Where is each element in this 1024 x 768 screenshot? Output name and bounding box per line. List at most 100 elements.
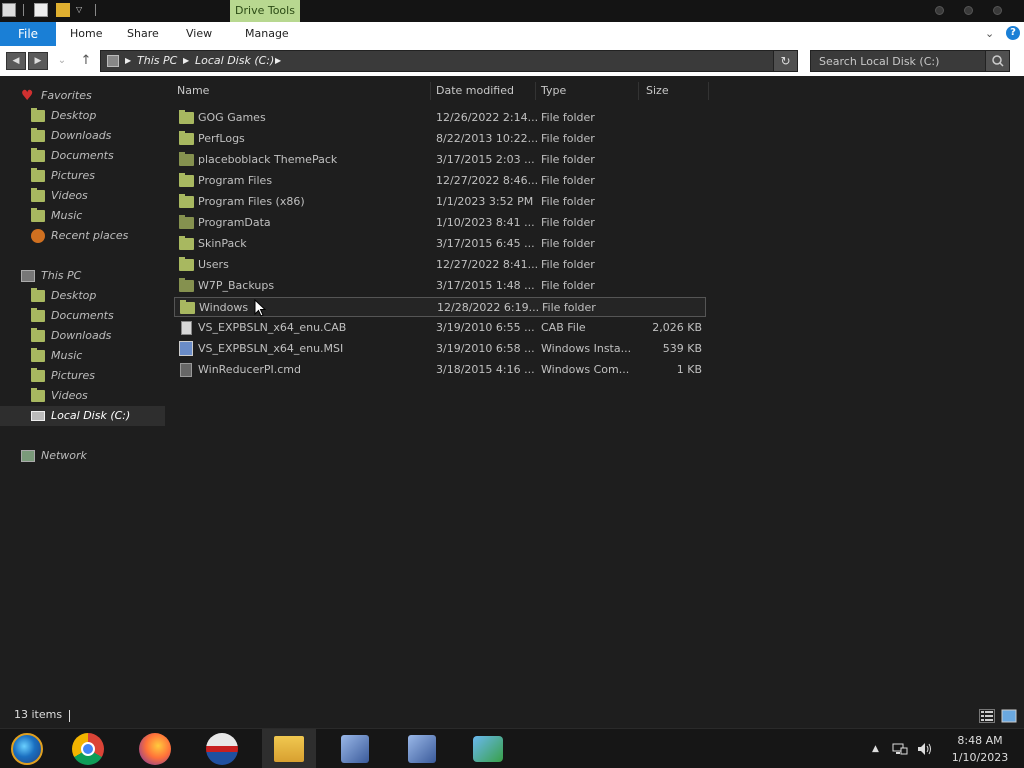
details-view-icon[interactable]	[979, 709, 995, 723]
large-icons-view-icon[interactable]	[1001, 709, 1017, 723]
forward-button[interactable]: ▶	[28, 52, 48, 70]
close-button[interactable]	[993, 6, 1002, 15]
up-button[interactable]: ↑	[78, 52, 94, 70]
nav-favorites-documents[interactable]: Documents	[0, 146, 165, 166]
column-header-size[interactable]: Size	[646, 82, 669, 100]
minimize-button[interactable]	[935, 6, 944, 15]
nav-thispc-documents[interactable]: Documents	[0, 306, 165, 326]
file-row[interactable]: VS_EXPBSLN_x64_enu.MSI 3/19/2010 6:58 ..…	[174, 339, 706, 359]
nav-favorites[interactable]: ♥ Favorites	[0, 86, 165, 106]
file-row[interactable]: GOG Games 12/26/2022 2:14... File folder	[174, 108, 706, 128]
volume-icon[interactable]	[917, 742, 933, 759]
column-divider[interactable]	[708, 82, 709, 100]
nav-favorites-pictures[interactable]: Pictures	[0, 166, 165, 186]
chrome-icon	[72, 733, 104, 765]
drive-tools-context-tab[interactable]: Drive Tools	[230, 0, 300, 22]
computer-icon	[107, 55, 119, 67]
expand-ribbon-icon[interactable]: ⌄	[985, 27, 994, 40]
taskbar-users-app[interactable]	[461, 729, 515, 768]
nav-thispc-local-disk[interactable]: Local Disk (C:)	[0, 406, 165, 426]
start-button[interactable]	[0, 729, 54, 768]
search-input[interactable]	[811, 51, 985, 71]
taskbar-file-explorer[interactable]	[262, 729, 316, 768]
file-row[interactable]: VS_EXPBSLN_x64_enu.CAB 3/19/2010 6:55 ..…	[174, 318, 706, 338]
desktop-folder-icon	[31, 288, 45, 302]
file-row[interactable]: WinReducerPI.cmd 3/18/2015 4:16 ... Wind…	[174, 360, 706, 380]
nav-thispc-pictures[interactable]: Pictures	[0, 366, 165, 386]
nav-this-pc[interactable]: This PC	[0, 266, 165, 286]
clock-time: 8:48 AM	[957, 734, 1003, 747]
ribbon-tabs: File Home Share View Manage ⌄ ?	[0, 22, 1024, 46]
breadcrumb-this-pc[interactable]: This PC	[137, 51, 177, 71]
nav-network[interactable]: Network	[0, 446, 165, 466]
folder-icon	[179, 236, 194, 250]
column-divider[interactable]	[535, 82, 536, 100]
taskbar-installer-1[interactable]	[328, 729, 382, 768]
tab-view[interactable]: View	[186, 22, 212, 46]
msi-installer-icon	[179, 341, 193, 356]
refresh-button[interactable]: ↻	[773, 51, 797, 71]
nav-favorites-recent-places[interactable]: Recent places	[0, 226, 165, 246]
column-header-type[interactable]: Type	[541, 82, 566, 100]
clock[interactable]: 8:48 AM 1/10/2023	[940, 732, 1020, 766]
file-row[interactable]: SkinPack 3/17/2015 6:45 ... File folder	[174, 234, 706, 254]
nav-thispc-downloads[interactable]: Downloads	[0, 326, 165, 346]
nav-favorites-downloads[interactable]: Downloads	[0, 126, 165, 146]
file-row[interactable]: W7P_Backups 3/17/2015 1:48 ... File fold…	[174, 276, 706, 296]
file-row[interactable]: Program Files 12/27/2022 8:46... File fo…	[174, 171, 706, 191]
nav-favorites-desktop[interactable]: Desktop	[0, 106, 165, 126]
column-divider[interactable]	[638, 82, 639, 100]
taskbar-installer-2[interactable]	[395, 729, 449, 768]
nav-thispc-desktop[interactable]: Desktop	[0, 286, 165, 306]
tab-file[interactable]: File	[0, 22, 56, 46]
tab-home[interactable]: Home	[70, 22, 102, 46]
breadcrumb-local-disk[interactable]: Local Disk (C:)	[195, 51, 274, 71]
nav-favorites-music[interactable]: Music	[0, 206, 165, 226]
file-row[interactable]: Users 12/27/2022 8:41... File folder	[174, 255, 706, 275]
taskbar-firefox[interactable]	[128, 729, 182, 768]
qat-dropdown-icon[interactable]: ▽	[76, 3, 90, 17]
status-item-count: 13 items	[14, 708, 63, 721]
music-folder-icon	[31, 208, 45, 222]
music-folder-icon	[31, 348, 45, 362]
nav-favorites-videos[interactable]: Videos	[0, 186, 165, 206]
file-row[interactable]: PerfLogs 8/22/2013 10:22... File folder	[174, 129, 706, 149]
search-icon[interactable]	[985, 51, 1009, 71]
file-row[interactable]: ProgramData 1/10/2023 8:41 ... File fold…	[174, 213, 706, 233]
back-button[interactable]: ◀	[6, 52, 26, 70]
taskbar-app[interactable]	[195, 729, 249, 768]
address-bar[interactable]: ▶ This PC ▶ Local Disk (C:) ▶ ↻	[100, 50, 798, 72]
qat-separator	[95, 4, 96, 16]
breadcrumb-separator-icon: ▶	[183, 56, 190, 65]
file-row[interactable]: Program Files (x86) 1/1/2023 3:52 PM Fil…	[174, 192, 706, 212]
title-bar: ▽ Drive Tools	[0, 0, 1024, 22]
pictures-folder-icon	[31, 368, 45, 382]
pictures-folder-icon	[31, 168, 45, 182]
taskbar-chrome[interactable]	[61, 729, 115, 768]
column-divider[interactable]	[430, 82, 431, 100]
file-row[interactable]: placeboblack ThemePack 3/17/2015 2:03 ..…	[174, 150, 706, 170]
documents-folder-icon	[31, 308, 45, 322]
cab-file-icon	[181, 321, 192, 335]
column-header-date-modified[interactable]: Date modified	[436, 82, 514, 100]
cmd-script-icon	[180, 363, 192, 377]
recent-locations-icon[interactable]: ⌄	[54, 52, 70, 70]
window-menu-icon[interactable]	[2, 3, 16, 17]
folder-icon	[179, 278, 194, 292]
help-icon[interactable]: ?	[1006, 26, 1020, 40]
tab-share[interactable]: Share	[127, 22, 159, 46]
network-icon	[21, 450, 35, 462]
column-header-name[interactable]: Name	[177, 82, 209, 100]
nav-thispc-videos[interactable]: Videos	[0, 386, 165, 406]
folder-icon	[179, 257, 194, 271]
network-status-icon[interactable]	[892, 742, 908, 759]
navigation-bar: ◀ ▶ ⌄ ↑ ▶ This PC ▶ Local Disk (C:) ▶ ↻	[0, 46, 1024, 76]
new-folder-icon[interactable]	[56, 3, 70, 17]
breadcrumb-separator-icon: ▶	[275, 56, 282, 65]
show-hidden-icons-icon[interactable]: ▲	[872, 744, 879, 754]
nav-thispc-music[interactable]: Music	[0, 346, 165, 366]
tab-manage[interactable]: Manage	[245, 22, 289, 46]
properties-icon[interactable]	[34, 3, 48, 17]
maximize-button[interactable]	[964, 6, 973, 15]
search-box	[810, 50, 1010, 72]
